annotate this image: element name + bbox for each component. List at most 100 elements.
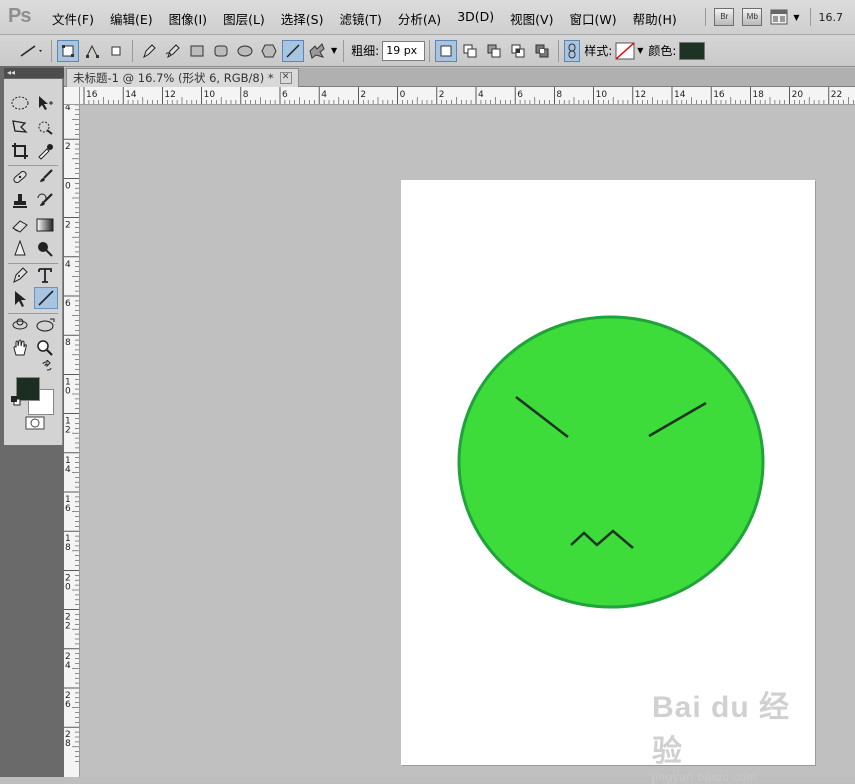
dodge-tool-icon[interactable] [34,239,56,259]
menu-file[interactable]: 文件(F) [52,9,94,28]
default-colors-icon[interactable] [10,395,22,407]
crop-tool-icon[interactable] [9,141,31,161]
ruler-label: 8 [556,90,562,100]
move-tool-icon[interactable] [34,93,56,113]
document-tab[interactable]: 未标题-1 @ 16.7% (形状 6, RGB/8) * ✕ [66,68,299,87]
main-menu: 文件(F) 编辑(E) 图像(I) 图层(L) 选择(S) 滤镜(T) 分析(A… [52,9,677,28]
blur-tool-icon[interactable] [9,239,31,259]
ruler-label: 10 [596,90,608,100]
ruler-label: 4 [321,90,327,100]
pen-tool-icon[interactable] [9,265,31,285]
lasso-tool-icon[interactable] [9,117,31,137]
chevron-down-icon[interactable]: ▼ [331,46,337,55]
horizontal-ruler[interactable]: 16 14 12 10 8 6 4 2 0 2 4 6 8 10 12 14 16 18 20 22 [64,87,855,105]
3d-orbit-icon[interactable] [34,315,56,335]
freeform-pen-icon[interactable] [162,40,184,62]
ruler-label: 0 [65,386,71,396]
ruler-origin[interactable] [64,87,80,105]
ruler-label: 2 [439,90,445,100]
menu-window[interactable]: 窗口(W) [569,9,616,28]
subtract-shape-icon[interactable] [483,40,505,62]
line-tool-icon[interactable] [34,287,58,309]
style-picker[interactable]: ▼ [615,41,645,60]
hand-tool-icon[interactable] [9,338,31,358]
menu-view[interactable]: 视图(V) [510,9,553,28]
ruler-label: 0 [65,582,71,592]
history-brush-icon[interactable] [34,191,56,211]
watermark-url: jingyan.baidu.com [652,770,758,784]
ruler-label: 8 [65,739,71,749]
ruler-label: 0 [400,90,406,100]
fill-pixels-icon[interactable] [105,40,127,62]
healing-brush-icon[interactable] [9,167,31,187]
marquee-tool-icon[interactable] [9,93,31,113]
ruler-label: 4 [65,104,71,113]
eyedropper-icon[interactable] [34,141,56,161]
separator [8,313,58,314]
new-shape-layer-icon[interactable] [435,39,458,62]
swap-colors-icon[interactable] [40,359,54,373]
paths-mode-icon[interactable] [81,40,103,62]
line-shape-icon[interactable] [282,39,304,62]
menu-help[interactable]: 帮助(H) [633,9,677,28]
3d-rotate-icon[interactable] [9,315,31,335]
quick-mask-icon[interactable] [23,415,47,431]
ruler-label: 20 [792,90,804,100]
rectangle-shape-icon[interactable] [186,40,208,62]
weight-input[interactable]: 19 px [382,40,426,61]
path-selection-icon[interactable] [9,289,31,309]
face-circle[interactable] [457,315,765,609]
ruler-label: 6 [282,90,288,100]
shape-layers-icon[interactable] [57,39,79,62]
shape-color-swatch[interactable] [679,41,706,60]
separator [705,8,707,26]
ruler-label: 6 [65,299,71,309]
rounded-rectangle-icon[interactable] [210,40,232,62]
menu-layer[interactable]: 图层(L) [223,9,265,28]
gradient-tool-icon[interactable] [34,215,56,235]
document-canvas[interactable] [401,180,815,765]
quick-selection-icon[interactable] [34,117,56,137]
separator [343,39,345,62]
eraser-tool-icon[interactable] [9,215,31,235]
ruler-label: 4 [478,90,484,100]
ruler-label: 6 [517,90,523,100]
polygon-shape-icon[interactable] [258,40,280,62]
zoom-tool-icon[interactable] [34,338,56,358]
add-to-shape-icon[interactable] [459,40,481,62]
zoom-level[interactable]: 16.7 [819,11,844,24]
arrange-documents-icon[interactable]: ▼ [770,9,801,25]
tools-panel-header[interactable]: ◂◂ [4,68,65,78]
ruler-label: 16 [86,90,98,100]
separator [8,165,58,166]
bridge-button[interactable]: Br [714,8,735,26]
menu-select[interactable]: 选择(S) [281,9,324,28]
ruler-label: 8 [65,543,71,553]
menu-analysis[interactable]: 分析(A) [398,9,441,28]
menu-image[interactable]: 图像(I) [169,9,207,28]
ruler-label: 12 [635,90,646,100]
vertical-ruler[interactable]: 420246810121416182022242628 [64,104,80,777]
ellipse-shape-icon[interactable] [234,40,256,62]
menu-filter[interactable]: 滤镜(T) [339,9,381,28]
app-logo: Ps [8,5,31,27]
ruler-label: 8 [65,338,71,348]
menu-bar: Ps 文件(F) 编辑(E) 图像(I) 图层(L) 选择(S) 滤镜(T) 分… [0,0,855,35]
pen-tool-icon[interactable] [138,40,160,62]
close-icon[interactable]: ✕ [279,72,292,84]
color-label: 颜色: [648,44,677,58]
menu-edit[interactable]: 编辑(E) [110,9,153,28]
tool-preset-line-icon[interactable] [16,40,46,62]
clone-stamp-icon[interactable] [9,191,31,211]
ruler-label: 8 [243,90,249,100]
mini-bridge-button[interactable]: Mb [742,8,763,26]
link-style-icon[interactable] [564,39,581,62]
brush-tool-icon[interactable] [34,167,56,187]
custom-shape-icon[interactable] [306,40,328,62]
exclude-shape-icon[interactable] [531,40,553,62]
chevron-down-icon: ▼ [637,46,644,55]
menu-3d[interactable]: 3D(D) [457,9,494,28]
separator [51,39,52,62]
type-tool-icon[interactable] [34,265,56,285]
intersect-shape-icon[interactable] [507,40,529,62]
